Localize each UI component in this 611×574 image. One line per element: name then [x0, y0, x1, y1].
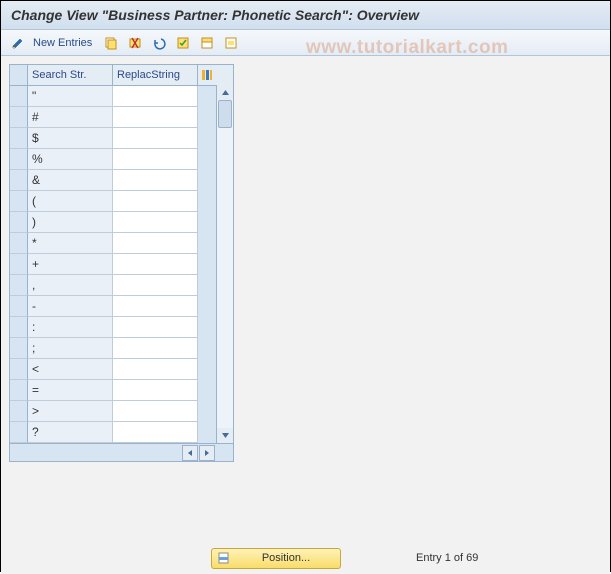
cell-search[interactable]: ,	[28, 275, 113, 296]
cell-replace[interactable]	[113, 401, 198, 422]
cell-search[interactable]: :	[28, 317, 113, 338]
scroll-thumb[interactable]	[218, 100, 232, 128]
table-row: =	[10, 380, 233, 401]
cell-replace[interactable]	[113, 149, 198, 170]
table-row: >	[10, 401, 233, 422]
table-row: -	[10, 296, 233, 317]
table-header: Search Str. ReplacString	[10, 65, 233, 86]
row-selector[interactable]	[10, 254, 28, 275]
header-selector[interactable]	[10, 65, 28, 85]
table-row: +	[10, 254, 233, 275]
row-selector[interactable]	[10, 380, 28, 401]
row-selector[interactable]	[10, 275, 28, 296]
toggle-display-change-icon[interactable]	[7, 33, 29, 53]
cell-replace[interactable]	[113, 86, 198, 107]
undo-icon[interactable]	[148, 33, 170, 53]
table-configure-icon[interactable]	[198, 65, 216, 85]
table-row: "	[10, 86, 233, 107]
cell-search[interactable]: $	[28, 128, 113, 149]
row-selector[interactable]	[10, 149, 28, 170]
delete-icon[interactable]	[124, 33, 146, 53]
entry-count-text: Entry 1 of 69	[416, 552, 478, 564]
table-row: (	[10, 191, 233, 212]
col-header-search[interactable]: Search Str.	[28, 65, 113, 85]
cell-search[interactable]: (	[28, 191, 113, 212]
page-title: Change View "Business Partner: Phonetic …	[1, 1, 610, 30]
position-button[interactable]: Position...	[211, 548, 341, 569]
scroll-right-icon[interactable]	[199, 445, 215, 461]
row-selector[interactable]	[10, 128, 28, 149]
table-row: #	[10, 107, 233, 128]
row-selector[interactable]	[10, 212, 28, 233]
table-row: <	[10, 359, 233, 380]
cell-replace[interactable]	[113, 317, 198, 338]
table-row: ;	[10, 338, 233, 359]
table-row: &	[10, 170, 233, 191]
cell-search[interactable]: %	[28, 149, 113, 170]
table-row: ?	[10, 422, 233, 443]
horizontal-scrollbar[interactable]	[10, 443, 233, 461]
cell-replace[interactable]	[113, 254, 198, 275]
scroll-track[interactable]	[217, 100, 233, 428]
cell-search[interactable]: )	[28, 212, 113, 233]
cell-replace[interactable]	[113, 422, 198, 443]
vertical-scrollbar[interactable]	[216, 85, 233, 443]
table-row: ,	[10, 275, 233, 296]
table-row: *	[10, 233, 233, 254]
copy-as-icon[interactable]	[100, 33, 122, 53]
row-selector[interactable]	[10, 107, 28, 128]
cell-replace[interactable]	[113, 170, 198, 191]
row-selector[interactable]	[10, 191, 28, 212]
row-selector[interactable]	[10, 86, 28, 107]
row-selector[interactable]	[10, 338, 28, 359]
scroll-down-icon[interactable]	[217, 428, 233, 443]
data-table: Search Str. ReplacString "#$%&()*+,-:;<=…	[9, 64, 234, 462]
content-area: Search Str. ReplacString "#$%&()*+,-:;<=…	[1, 56, 610, 574]
row-selector[interactable]	[10, 359, 28, 380]
select-all-icon[interactable]	[172, 33, 194, 53]
toolbar: New Entries	[1, 30, 610, 56]
cell-replace[interactable]	[113, 296, 198, 317]
cell-replace[interactable]	[113, 359, 198, 380]
cell-replace[interactable]	[113, 233, 198, 254]
row-selector[interactable]	[10, 296, 28, 317]
cell-search[interactable]: "	[28, 86, 113, 107]
cell-replace[interactable]	[113, 128, 198, 149]
row-selector[interactable]	[10, 317, 28, 338]
cell-search[interactable]: =	[28, 380, 113, 401]
table-row: $	[10, 128, 233, 149]
table-row: )	[10, 212, 233, 233]
cell-search[interactable]: >	[28, 401, 113, 422]
scroll-up-icon[interactable]	[217, 85, 233, 100]
cell-replace[interactable]	[113, 212, 198, 233]
cell-replace[interactable]	[113, 275, 198, 296]
cell-replace[interactable]	[113, 338, 198, 359]
row-selector[interactable]	[10, 401, 28, 422]
cell-search[interactable]: &	[28, 170, 113, 191]
col-header-replace[interactable]: ReplacString	[113, 65, 198, 85]
row-selector[interactable]	[10, 233, 28, 254]
cell-search[interactable]: ;	[28, 338, 113, 359]
scroll-left-icon[interactable]	[182, 445, 198, 461]
table-row: %	[10, 149, 233, 170]
cell-replace[interactable]	[113, 380, 198, 401]
deselect-all-icon[interactable]	[220, 33, 242, 53]
row-selector[interactable]	[10, 170, 28, 191]
cell-search[interactable]: +	[28, 254, 113, 275]
new-entries-button[interactable]: New Entries	[31, 37, 98, 49]
table-row: :	[10, 317, 233, 338]
cell-search[interactable]: *	[28, 233, 113, 254]
row-selector[interactable]	[10, 422, 28, 443]
cell-replace[interactable]	[113, 191, 198, 212]
cell-search[interactable]: -	[28, 296, 113, 317]
position-icon	[216, 551, 232, 565]
cell-search[interactable]: <	[28, 359, 113, 380]
select-block-icon[interactable]	[196, 33, 218, 53]
cell-search[interactable]: ?	[28, 422, 113, 443]
position-label: Position...	[232, 552, 340, 564]
cell-search[interactable]: #	[28, 107, 113, 128]
cell-replace[interactable]	[113, 107, 198, 128]
